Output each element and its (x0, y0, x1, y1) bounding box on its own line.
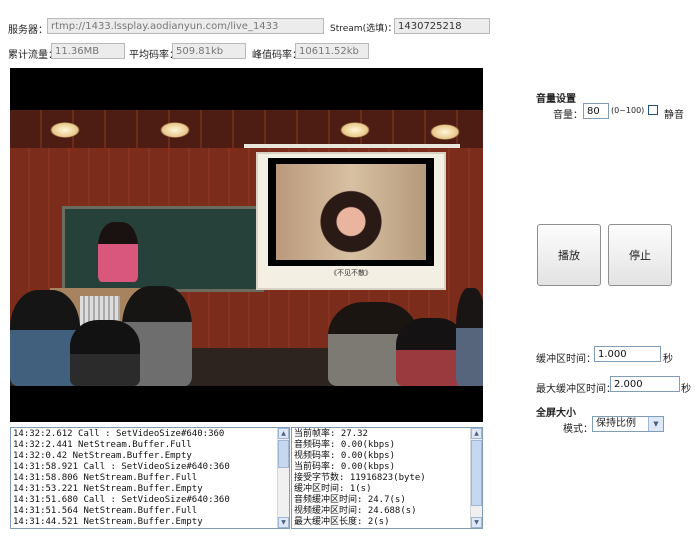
log-line: 14:31:53.221 NetStream.Buffer.Empty (13, 484, 203, 494)
stop-button[interactable]: 停止 (608, 224, 672, 286)
scroll-thumb[interactable] (278, 440, 289, 468)
log-line: 缓冲区时间: 1(s) (294, 484, 372, 494)
log-line: 音频码率: 0.00(kbps) (294, 440, 396, 450)
scroll-thumb[interactable] (471, 440, 482, 506)
log-line: 当前帧率: 27.32 (294, 429, 368, 439)
server-url-input[interactable]: rtmp://1433.lssplay.aodianyun.com/live_1… (47, 18, 324, 34)
scroll-up-icon[interactable]: ▲ (471, 428, 482, 439)
total-traffic-value: 11.36MB (51, 43, 125, 59)
log-line: 视频缓冲区时间: 24.688(s) (294, 506, 417, 516)
play-button[interactable]: 播放 (537, 224, 601, 286)
log-line: 14:32:2.612 Call : SetVideoSize#640:360 (13, 429, 225, 439)
log-line: 14:32:0.42 NetStream.Buffer.Empty (13, 451, 192, 461)
log-line: 视频码率: 0.00(kbps) (294, 451, 396, 461)
log-line: 14:31:58.921 Call : SetVideoSize#640:360 (13, 462, 230, 472)
log-line: 音频缓冲区时间: 24.7(s) (294, 495, 406, 505)
stream-input[interactable]: 1430725218 (394, 18, 490, 34)
scroll-up-icon[interactable]: ▲ (278, 428, 289, 439)
scroll-down-icon[interactable]: ▼ (278, 517, 289, 528)
log-line: 14:31:51.564 NetStream.Buffer.Full (13, 506, 198, 516)
mute-label: 静音 (664, 110, 684, 121)
log-line: 14:31:44.521 NetStream.Buffer.Empty (13, 517, 203, 527)
scroll-down-icon[interactable]: ▼ (471, 517, 482, 528)
avg-bitrate-value: 509.81kb (172, 43, 246, 59)
mute-checkbox[interactable] (648, 105, 658, 115)
log-line: 14:31:51.680 Call : SetVideoSize#640:360 (13, 495, 230, 505)
log-line: 接受字节数: 11916823(byte) (294, 473, 426, 483)
video-caption: 《不见不散》 (330, 269, 372, 277)
stats-log[interactable]: 当前帧率: 27.32 音频码率: 0.00(kbps) 视频码率: 0.00(kb… (291, 427, 483, 529)
volume-settings-title: 音量设置 (536, 94, 576, 105)
peak-bitrate-value: 10611.52kb (295, 43, 369, 59)
log-line: 最大缓冲区长度: 2(s) (294, 517, 390, 527)
video-player[interactable]: 《不见不散》 (10, 68, 483, 422)
event-log[interactable]: 14:32:2.612 Call : SetVideoSize#640:360 1… (10, 427, 290, 529)
max-buffer-input[interactable]: 2.000 (610, 376, 680, 392)
buffer-time-input[interactable]: 1.000 (594, 346, 661, 362)
fullscreen-mode-value: 保持比例 (596, 418, 636, 429)
buffer-time-unit: 秒 (663, 354, 673, 365)
fullscreen-title: 全屏大小 (536, 408, 576, 419)
volume-range-hint: (0~100) (611, 106, 645, 115)
volume-input[interactable]: 80 (583, 103, 609, 119)
server-label: 服务器： (8, 25, 48, 36)
video-frame: 《不见不散》 (10, 110, 483, 386)
buffer-time-label: 缓冲区时间： (536, 354, 596, 365)
log-line: 14:32:2.441 NetStream.Buffer.Full (13, 440, 192, 450)
stats-log-scrollbar[interactable]: ▲ ▼ (470, 428, 482, 528)
max-buffer-unit: 秒 (681, 384, 691, 395)
chevron-down-icon[interactable]: ▼ (648, 417, 663, 431)
log-line: 当前码率: 0.00(kbps) (294, 462, 396, 472)
fullscreen-mode-label: 模式： (563, 424, 593, 435)
fullscreen-mode-select[interactable]: 保持比例 ▼ (592, 416, 664, 432)
stream-label: Stream(选填)： (330, 24, 397, 34)
event-log-scrollbar[interactable]: ▲ ▼ (277, 428, 289, 528)
volume-label: 音量： (553, 110, 583, 121)
log-line: 14:31:58.806 NetStream.Buffer.Full (13, 473, 198, 483)
max-buffer-label: 最大缓冲区时间： (536, 384, 616, 395)
